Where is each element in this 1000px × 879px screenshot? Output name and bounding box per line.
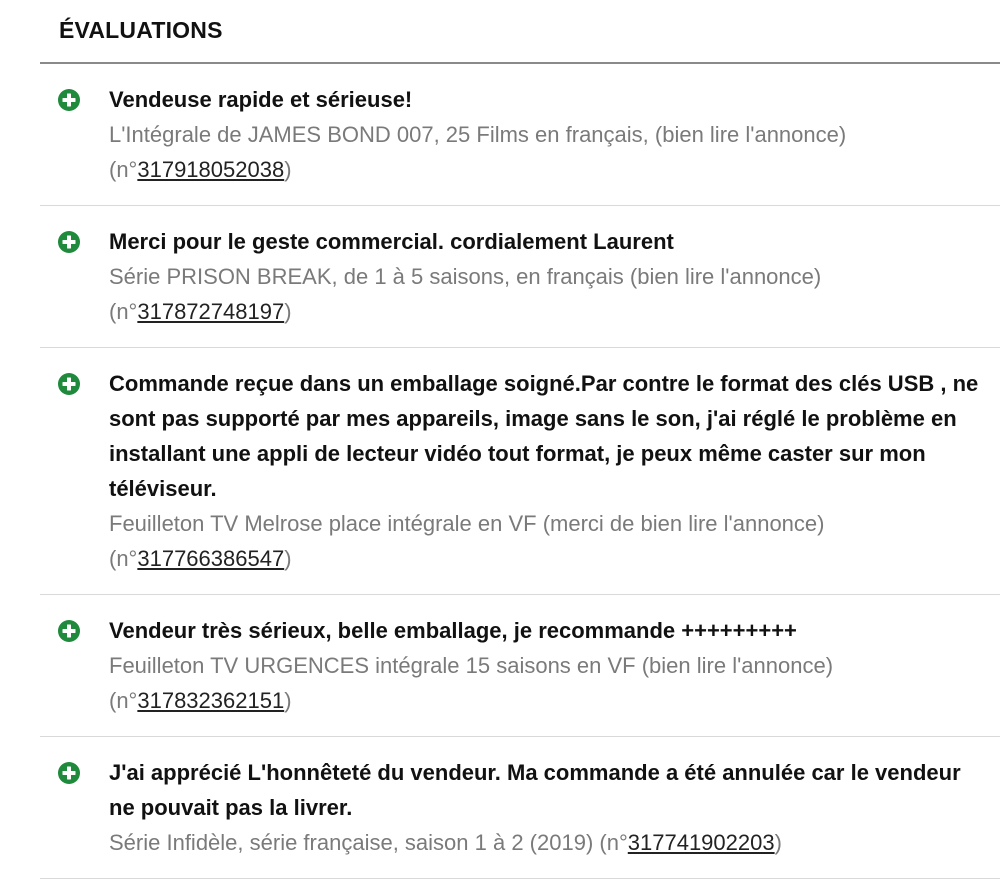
review-comment: Commande reçue dans un emballage soigné.… [109, 371, 979, 501]
review-item: Merci pour le geste commercial. cordiale… [40, 206, 1000, 348]
item-number-link[interactable]: 317741902203 [628, 830, 775, 855]
review-item-info: Série PRISON BREAK, de 1 à 5 saisons, en… [109, 259, 1000, 329]
item-number-prefix: (n° [109, 546, 138, 571]
plus-circle-icon [58, 762, 80, 784]
item-number-suffix: ) [284, 688, 292, 713]
review-comment: Vendeuse rapide et sérieuse! [109, 87, 413, 112]
review-list: Vendeuse rapide et sérieuse! L'Intégrale… [0, 64, 1000, 879]
review-item: Vendeur très sérieux, belle emballage, j… [40, 595, 1000, 737]
feedback-header: ÉVALUATIONS [40, 0, 1000, 64]
item-title: Série PRISON BREAK, de 1 à 5 saisons, en… [109, 264, 822, 289]
review-item: J'ai apprécié L'honnêteté du vendeur. Ma… [40, 737, 1000, 879]
item-title: Feuilleton TV URGENCES intégrale 15 sais… [109, 653, 834, 678]
review-comment: Vendeur très sérieux, belle emballage, j… [109, 618, 797, 643]
feedback-title: ÉVALUATIONS [59, 16, 223, 43]
item-number-suffix: ) [284, 299, 292, 324]
review-comment: Merci pour le geste commercial. cordiale… [109, 229, 674, 254]
item-number-link[interactable]: 317832362151 [137, 688, 284, 713]
review-item-info: Série Infidèle, série française, saison … [109, 825, 1000, 860]
plus-circle-icon [58, 620, 80, 642]
plus-circle-icon [58, 89, 80, 111]
item-number-prefix: (n° [599, 830, 628, 855]
plus-circle-icon [58, 373, 80, 395]
item-number-prefix: (n° [109, 157, 138, 182]
item-number-suffix: ) [284, 157, 292, 182]
item-number-link[interactable]: 317872748197 [137, 299, 284, 324]
item-number-prefix: (n° [109, 299, 138, 324]
item-number-link[interactable]: 317918052038 [137, 157, 284, 182]
item-number-suffix: ) [774, 830, 782, 855]
review-item-info: Feuilleton TV URGENCES intégrale 15 sais… [109, 648, 1000, 718]
item-title: L'Intégrale de JAMES BOND 007, 25 Films … [109, 122, 847, 147]
item-number-prefix: (n° [109, 688, 138, 713]
item-title: Série Infidèle, série française, saison … [109, 830, 594, 855]
review-comment: J'ai apprécié L'honnêteté du vendeur. Ma… [109, 760, 961, 820]
review-item: Vendeuse rapide et sérieuse! L'Intégrale… [40, 64, 1000, 206]
item-number-suffix: ) [284, 546, 292, 571]
review-item-info: Feuilleton TV Melrose place intégrale en… [109, 506, 1000, 576]
review-item: Commande reçue dans un emballage soigné.… [40, 348, 1000, 595]
item-title: Feuilleton TV Melrose place intégrale en… [109, 511, 825, 536]
feedback-panel: ÉVALUATIONS Vendeuse rapide et sérieuse!… [0, 0, 1000, 879]
item-number-link[interactable]: 317766386547 [137, 546, 284, 571]
plus-circle-icon [58, 231, 80, 253]
review-item-info: L'Intégrale de JAMES BOND 007, 25 Films … [109, 117, 1000, 187]
